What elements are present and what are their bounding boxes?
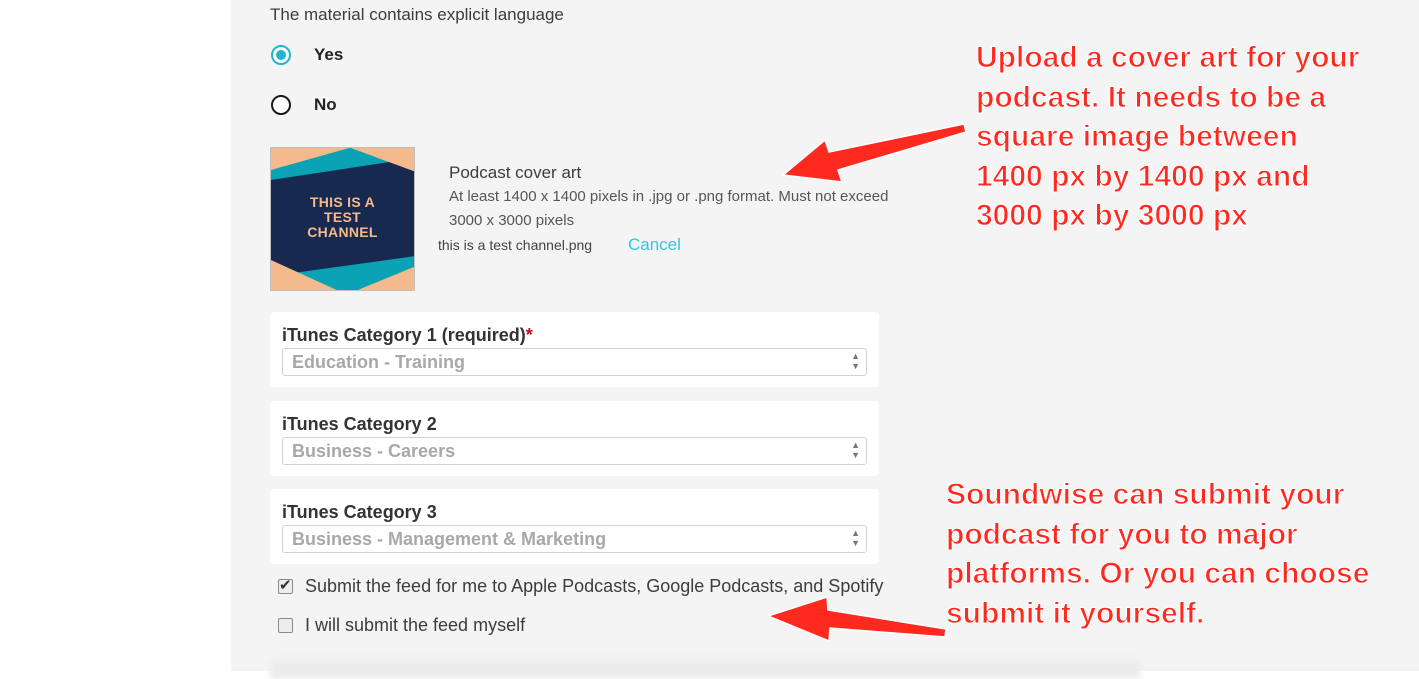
- itunes-category-1-value: Education - Training: [292, 352, 466, 372]
- itunes-category-1-select[interactable]: Education - Training ▲ ▼: [282, 348, 867, 376]
- itunes-category-2-value: Business - Careers: [292, 441, 456, 461]
- radio-no-label: No: [314, 95, 337, 114]
- radio-yes[interactable]: [271, 45, 291, 65]
- select-arrows-icon: ▲ ▼: [851, 440, 860, 460]
- submit-myself-checkbox[interactable]: [278, 618, 293, 633]
- explicit-yes-option[interactable]: Yes: [271, 45, 343, 65]
- itunes-category-3-select[interactable]: Business - Management & Marketing ▲ ▼: [282, 525, 867, 553]
- submit-for-me-checkbox[interactable]: ✔: [278, 577, 293, 594]
- cover-art-filename: this is a test channel.png: [438, 237, 593, 253]
- itunes-category-3-label: iTunes Category 3: [282, 502, 437, 522]
- itunes-category-3-card: iTunes Category 3 Business - Management …: [270, 489, 879, 564]
- required-asterisk: *: [525, 325, 533, 345]
- itunes-category-2-card: iTunes Category 2 Business - Careers ▲ ▼: [270, 401, 879, 476]
- itunes-category-1-label: iTunes Category 1 (required)*: [282, 325, 533, 345]
- itunes-category-2-label: iTunes Category 2: [282, 414, 437, 434]
- check-icon: ✔: [279, 577, 292, 594]
- submit-myself-option[interactable]: I will submit the feed myself: [278, 615, 525, 636]
- explicit-no-option[interactable]: No: [271, 95, 337, 115]
- submit-for-me-option[interactable]: ✔ Submit the feed for me to Apple Podcas…: [278, 576, 883, 597]
- radio-no[interactable]: [271, 95, 291, 115]
- select-arrows-icon: ▲ ▼: [851, 351, 860, 371]
- explicit-language-label: The material contains explicit language: [270, 5, 564, 24]
- submit-for-me-label: Submit the feed for me to Apple Podcasts…: [305, 576, 884, 596]
- cover-art-annotation: Upload a cover art for your podcast. It …: [975, 41, 1360, 233]
- itunes-category-1-card: iTunes Category 1 (required)* Education …: [270, 312, 879, 387]
- submit-annotation: Soundwise can submit your podcast for yo…: [945, 478, 1370, 630]
- cover-art-text: THIS IS A TEST CHANNEL: [307, 194, 378, 240]
- itunes-category-2-select[interactable]: Business - Careers ▲ ▼: [282, 437, 867, 465]
- submit-myself-label: I will submit the feed myself: [305, 615, 526, 635]
- radio-yes-label: Yes: [314, 45, 344, 64]
- left-sidebar-blank: [0, 0, 231, 671]
- itunes-category-3-value: Business - Management & Marketing: [292, 529, 607, 549]
- cover-art-cancel-link[interactable]: Cancel: [628, 235, 681, 255]
- cover-art-thumbnail[interactable]: THIS IS A TEST CHANNEL: [270, 147, 415, 291]
- select-arrows-icon: ▲ ▼: [851, 528, 860, 548]
- cover-art-title: Podcast cover art: [449, 163, 582, 182]
- next-section-hint: [270, 659, 1140, 679]
- cover-art-requirements: At least 1400 x 1400 pixels in .jpg or .…: [449, 188, 889, 229]
